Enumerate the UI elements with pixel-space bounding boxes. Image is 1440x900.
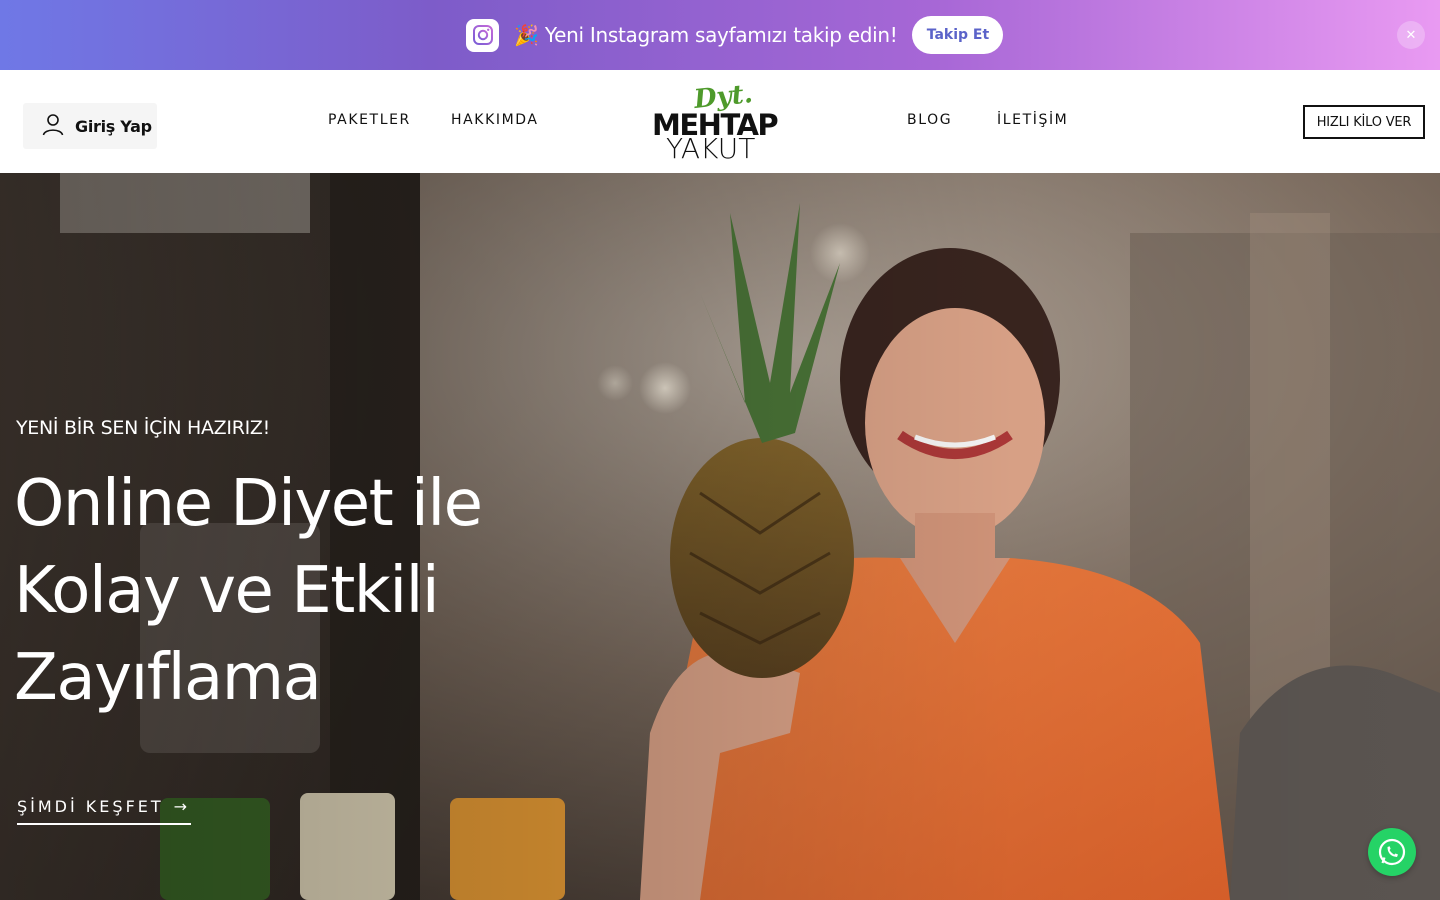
follow-button[interactable]: Takip Et bbox=[912, 16, 1004, 54]
nav-iletisim[interactable]: İLETİŞİM bbox=[997, 112, 1068, 128]
hero-title-line: Online Diyet ile bbox=[14, 467, 483, 541]
hero-title-line: Kolay ve Etkili bbox=[14, 554, 440, 628]
hero-section: YENİ BİR SEN İÇİN HAZIRIZ! Online Diyet … bbox=[0, 173, 1440, 900]
nav-hakkimda[interactable]: HAKKIMDA bbox=[451, 112, 539, 128]
announcement-bar: 🎉 Yeni Instagram sayfamızı takip edin! T… bbox=[0, 0, 1440, 70]
instagram-icon[interactable] bbox=[466, 18, 499, 52]
login-label: Giriş Yap bbox=[75, 116, 152, 136]
site-header: Giriş Yap PAKETLER HAKKIMDA Dyt. MEHTAP … bbox=[0, 70, 1440, 173]
nav-paketler[interactable]: PAKETLER bbox=[328, 112, 411, 128]
close-icon[interactable]: ✕ bbox=[1397, 21, 1425, 49]
whatsapp-icon[interactable] bbox=[1368, 828, 1416, 876]
login-button[interactable]: Giriş Yap bbox=[23, 103, 157, 149]
hero-title: Online Diyet ile Kolay ve Etkili Zayıfla… bbox=[14, 461, 574, 722]
hero-eyebrow: YENİ BİR SEN İÇİN HAZIRIZ! bbox=[16, 417, 270, 439]
arrow-right-icon: → bbox=[173, 797, 188, 816]
site-logo[interactable]: Dyt. MEHTAP YAKUT bbox=[648, 79, 792, 165]
user-icon bbox=[41, 112, 65, 140]
party-popper-icon: 🎉 bbox=[514, 23, 539, 47]
hero-title-line: Zayıflama bbox=[14, 641, 322, 715]
announcement-content: 🎉 Yeni Instagram sayfamızı takip edin! T… bbox=[466, 16, 1004, 54]
discover-now-label: ŞİMDİ KEŞFET bbox=[17, 797, 164, 816]
logo-surname: YAKUT bbox=[666, 132, 756, 165]
discover-now-link[interactable]: ŞİMDİ KEŞFET → bbox=[17, 797, 192, 825]
announcement-text: Yeni Instagram sayfamızı takip edin! bbox=[544, 23, 898, 47]
nav-blog[interactable]: BLOG bbox=[907, 112, 952, 128]
quick-weight-loss-button[interactable]: HIZLI KİLO VER bbox=[1303, 105, 1425, 139]
